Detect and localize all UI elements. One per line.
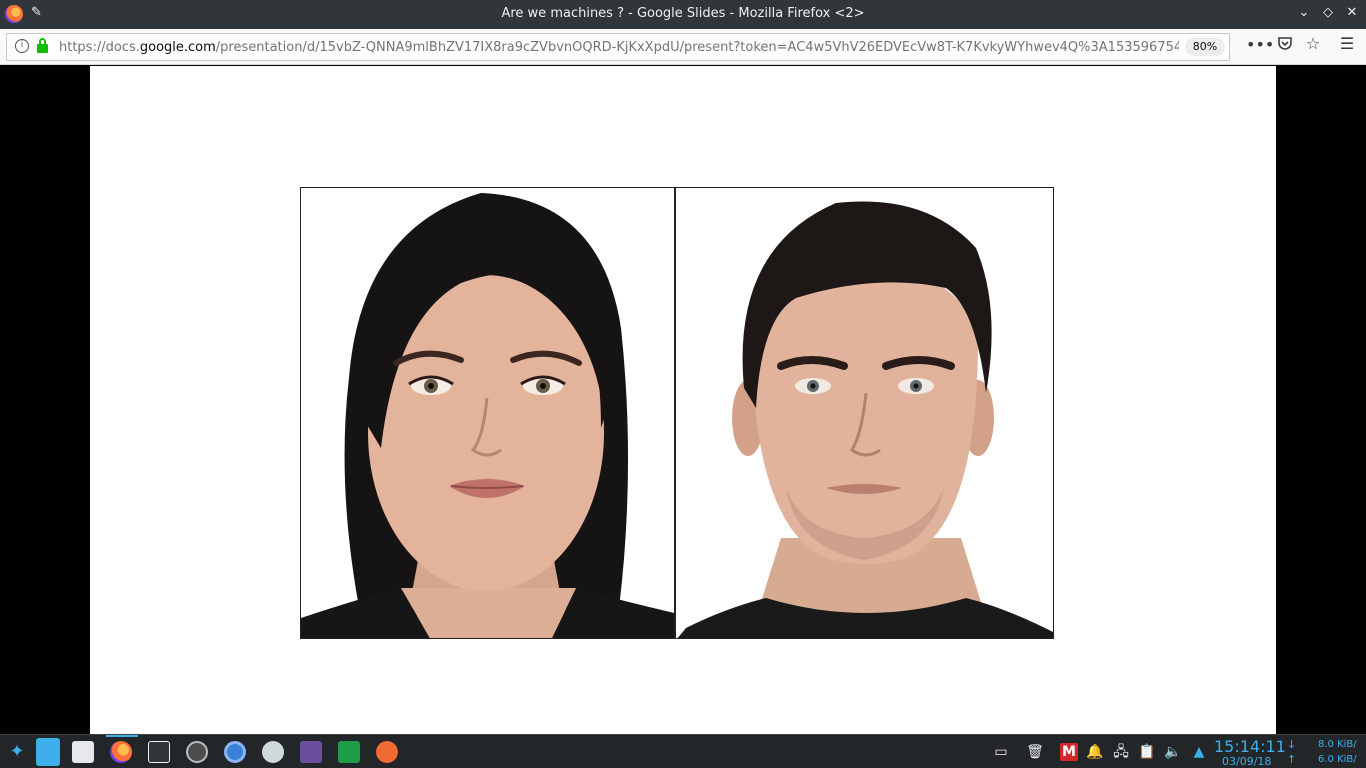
terminal-icon[interactable]	[148, 741, 170, 763]
bookmark-star-icon[interactable]: ☆	[1302, 34, 1324, 53]
zoom-level-button[interactable]: 80%	[1185, 38, 1225, 56]
game-app-icon[interactable]	[300, 741, 322, 763]
taskbar: ✦ ▭ 🗑 M 🔔 🖧 📋 🔈 ▲ 15:14:11 03/09/18 ↓ ↑ …	[0, 734, 1366, 768]
trash-icon[interactable]: 🗑	[1026, 743, 1044, 761]
firefox-task-icon[interactable]	[110, 741, 132, 763]
network-icon[interactable]: 🖧	[1112, 743, 1130, 761]
spreadsheet-icon[interactable]	[338, 741, 360, 763]
pocket-icon[interactable]	[1274, 35, 1296, 55]
close-icon[interactable]: ✕	[1344, 5, 1360, 20]
navigation-toolbar: i https://docs.google.com/presentation/d…	[0, 29, 1366, 65]
woman-portrait-image	[301, 188, 674, 638]
clock-time[interactable]: 15:14:11	[1214, 737, 1286, 756]
expand-tray-icon[interactable]: ▲	[1190, 743, 1208, 761]
site-info-icon[interactable]: i	[15, 39, 29, 53]
download-arrow-icon: ↓	[1287, 738, 1297, 751]
clipboard-icon[interactable]: 📋	[1138, 743, 1156, 761]
man-portrait-image	[676, 188, 1053, 638]
mega-icon[interactable]: M	[1060, 743, 1078, 761]
clock-date: 03/09/18	[1222, 755, 1272, 768]
notifications-icon[interactable]: 🔔	[1086, 743, 1104, 761]
active-task-indicator	[106, 735, 138, 737]
photo-frame	[300, 187, 1054, 639]
chromium-icon[interactable]	[224, 741, 246, 763]
maximize-icon[interactable]: ◇	[1320, 5, 1336, 20]
file-manager-icon[interactable]	[72, 741, 94, 763]
url-prefix: https://docs.	[59, 40, 140, 55]
lock-icon[interactable]	[37, 38, 48, 53]
net-download-speed: 8.0 KiB/	[1318, 739, 1357, 750]
application-launcher-icon[interactable]: ✦	[6, 741, 28, 763]
show-desktop-icon[interactable]: ▭	[992, 743, 1010, 761]
s-app-icon[interactable]	[186, 741, 208, 763]
pager-desktop-icon[interactable]	[36, 738, 60, 766]
hamburger-menu-icon[interactable]: ☰	[1336, 34, 1358, 53]
url-path: /presentation/d/15vbZ-QNNA9mlBhZV17IX8ra…	[215, 40, 1179, 55]
window-titlebar: ✎ Are we machines ? - Google Slides - Mo…	[0, 0, 1366, 29]
penguin-app-icon[interactable]	[262, 741, 284, 763]
window-title: Are we machines ? - Google Slides - Mozi…	[501, 6, 865, 21]
net-upload-speed: 6.0 KiB/	[1318, 754, 1357, 765]
url-domain: google.com	[139, 40, 216, 55]
orange-app-icon[interactable]	[376, 741, 398, 763]
upload-arrow-icon: ↑	[1287, 753, 1297, 766]
url-text[interactable]: https://docs.google.com/presentation/d/1…	[59, 40, 1179, 55]
volume-icon[interactable]: 🔈	[1164, 743, 1182, 761]
page-actions-icon[interactable]: •••	[1246, 35, 1274, 54]
url-bar[interactable]: i https://docs.google.com/presentation/d…	[6, 33, 1230, 61]
minimize-chevron-icon[interactable]: ⌄	[1296, 5, 1312, 20]
